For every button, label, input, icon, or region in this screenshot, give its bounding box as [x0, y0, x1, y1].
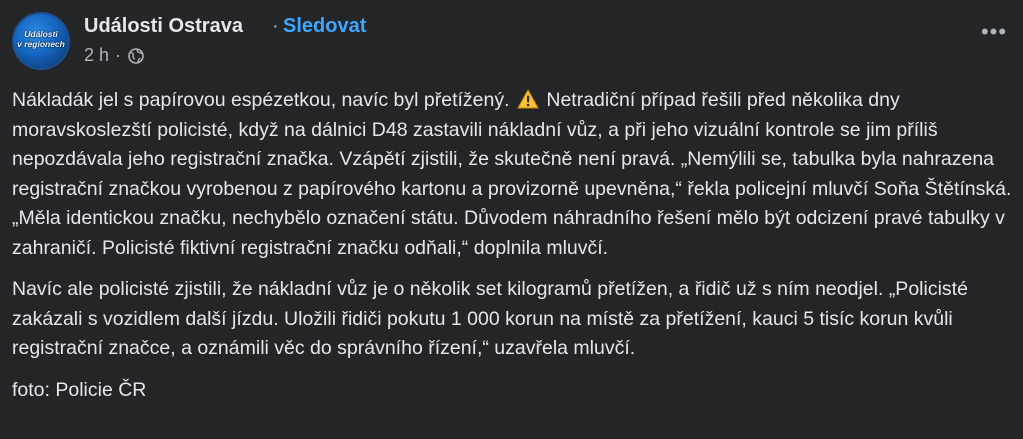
post-timestamp[interactable]: 2 h: [84, 45, 109, 66]
post-header: Události v regionech Události Ostrava · …: [12, 12, 1012, 72]
follow-button[interactable]: Sledovat: [283, 15, 366, 38]
page-name-link[interactable]: Události Ostrava: [84, 15, 243, 38]
page-avatar[interactable]: Události v regionech: [12, 12, 70, 70]
post-paragraph-1: Nákladák jel s papírovou espézetkou, nav…: [12, 86, 1017, 263]
more-options-icon[interactable]: •••: [976, 21, 1012, 58]
post-text-continued: Netradiční případ řešili před několika d…: [12, 89, 1012, 259]
post-body: Nákladák jel s papírovou espézetkou, nav…: [12, 86, 1017, 417]
warning-icon: [517, 89, 539, 109]
globe-icon[interactable]: [128, 47, 144, 64]
post-lead-text: Nákladák jel s papírovou espézetkou, nav…: [12, 89, 510, 111]
post-photo-credit: foto: Policie ČR: [12, 378, 147, 401]
avatar-logo-text: Události v regionech: [17, 29, 65, 49]
post-paragraph-2: Navíc ale policisté zjistili, že nákladn…: [12, 278, 968, 359]
post-meta: 2 h ·: [84, 45, 144, 66]
header-separator: ·: [272, 15, 279, 37]
meta-separator: ·: [115, 45, 122, 65]
